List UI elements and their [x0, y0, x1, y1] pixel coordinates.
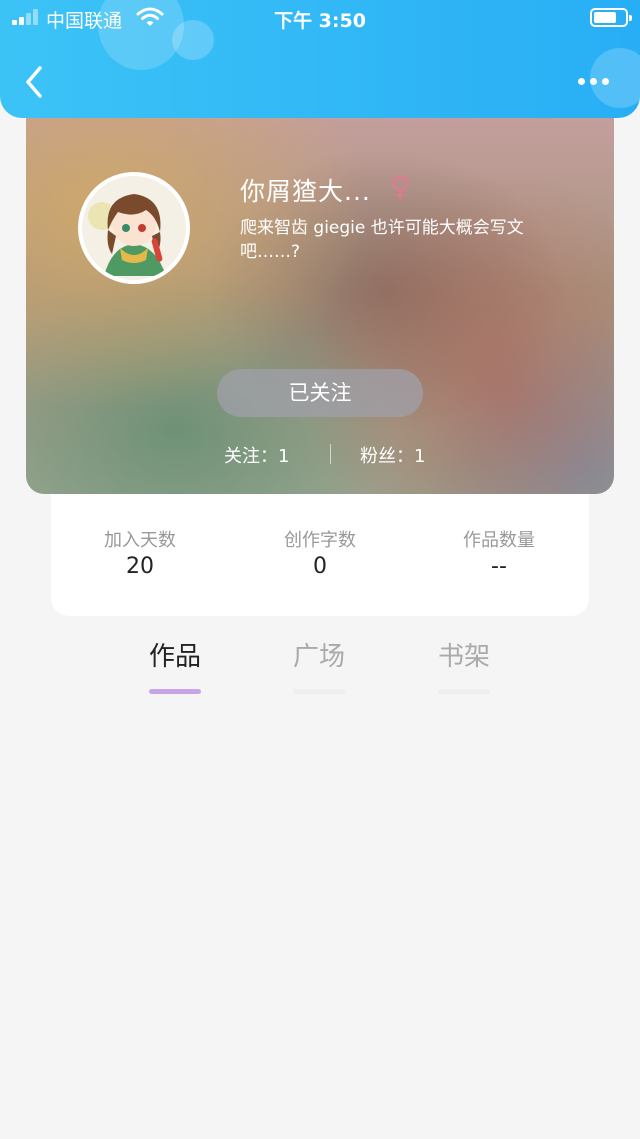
tab-underline: [438, 689, 490, 694]
follow-stats: 关注：1 粉丝：1: [26, 442, 614, 468]
follow-button[interactable]: 已关注: [217, 369, 423, 417]
tab-label: 广场: [292, 642, 345, 672]
battery-icon: [590, 8, 632, 27]
tab-works[interactable]: 作品: [125, 636, 225, 694]
stat-label: 作品数量: [463, 530, 535, 551]
tab-bookshelf[interactable]: 书架: [414, 636, 514, 694]
stats-card: 加入天数 20 创作字数 0 作品数量 --: [51, 494, 589, 616]
content-tabs: 作品 广场 书架: [0, 636, 640, 694]
top-header: 中国联通 下午 3:50: [0, 0, 640, 118]
status-bar: 中国联通 下午 3:50: [0, 0, 640, 36]
stat-works-count: 作品数量 --: [419, 526, 579, 579]
more-button[interactable]: [576, 76, 612, 88]
stat-word-count: 创作字数 0: [240, 526, 400, 579]
tab-label: 书架: [437, 642, 490, 672]
profile-card: 你屑猹大... ♀ 爬来智齿 giegie 也许可能大概会写文吧……? 已关注 …: [26, 90, 614, 494]
tab-label: 作品: [148, 642, 201, 672]
stat-label: 创作字数: [284, 530, 356, 551]
tab-square[interactable]: 广场: [269, 636, 369, 694]
tab-underline: [293, 689, 345, 694]
stat-value: --: [491, 554, 507, 579]
female-gender-icon: ♀: [390, 170, 411, 203]
divider: [330, 444, 331, 464]
back-button[interactable]: [20, 62, 50, 102]
fans-count[interactable]: 粉丝：1: [360, 442, 425, 468]
stat-value: 0: [313, 554, 327, 579]
user-bio: 爬来智齿 giegie 也许可能大概会写文吧……?: [240, 218, 524, 262]
avatar-illustration: [82, 176, 186, 280]
status-time: 下午 3:50: [274, 10, 366, 32]
avatar[interactable]: [78, 172, 190, 284]
following-count[interactable]: 关注：1: [224, 442, 289, 468]
tab-underline: [149, 689, 201, 694]
stat-join-days: 加入天数 20: [60, 526, 220, 579]
username: 你屑猹大...: [240, 177, 371, 206]
stat-label: 加入天数: [104, 530, 176, 551]
stat-value: 20: [126, 554, 154, 579]
